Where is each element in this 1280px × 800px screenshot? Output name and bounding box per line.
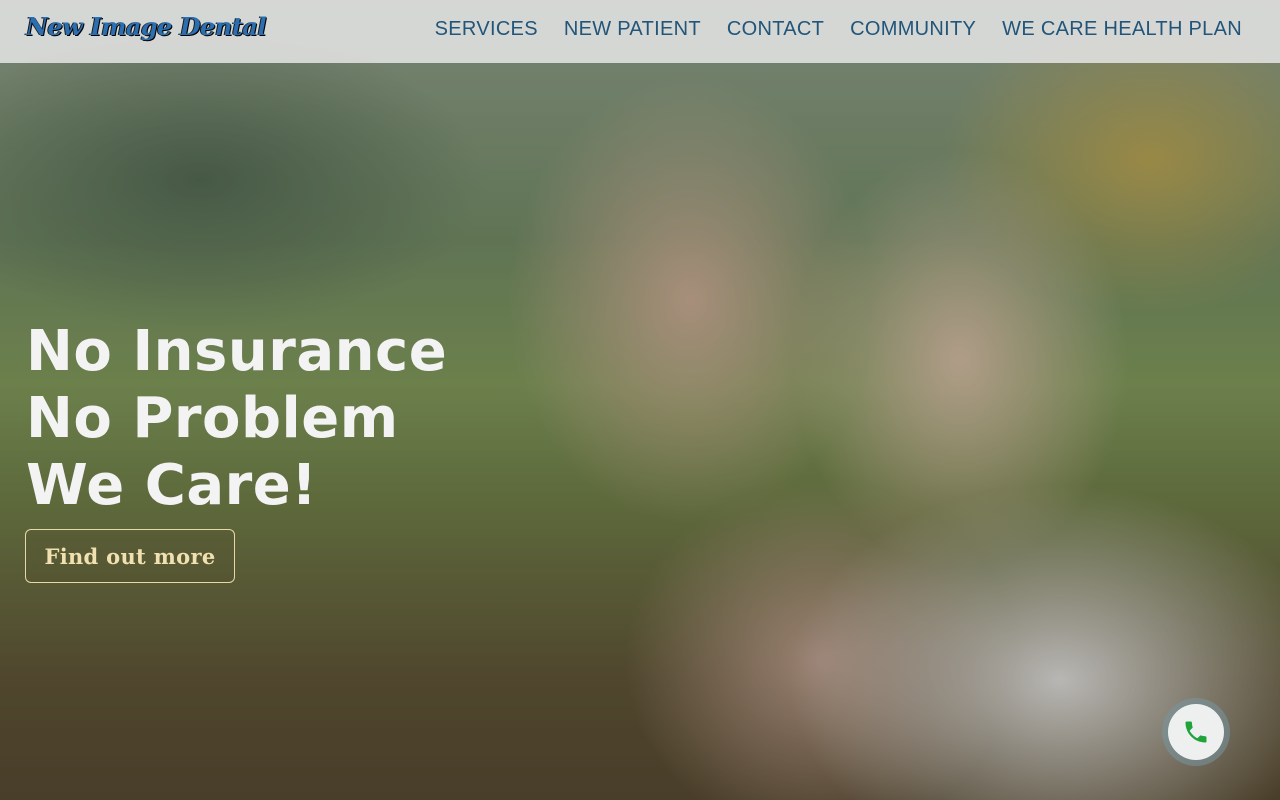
find-out-more-button[interactable]: Find out more bbox=[25, 529, 235, 583]
nav-item-new-patient[interactable]: NEW PATIENT bbox=[564, 17, 701, 41]
nav-item-services[interactable]: SERVICES bbox=[435, 17, 538, 41]
hero-title-line-3: We Care! bbox=[26, 453, 318, 518]
nav-item-we-care-health-plan[interactable]: WE CARE HEALTH PLAN bbox=[1002, 17, 1242, 41]
phone-icon bbox=[1185, 721, 1207, 743]
call-button[interactable] bbox=[1162, 698, 1230, 766]
nav-item-contact[interactable]: CONTACT bbox=[727, 17, 824, 41]
hero-title: No Insurance No Problem We Care! bbox=[26, 318, 447, 519]
page: New Image Dental SERVICES NEW PATIENT CO… bbox=[0, 0, 1280, 800]
hero-title-line-2: No Problem bbox=[26, 386, 399, 451]
logo[interactable]: New Image Dental bbox=[26, 12, 267, 41]
site-header: New Image Dental SERVICES NEW PATIENT CO… bbox=[0, 0, 1280, 63]
hero-title-line-1: No Insurance bbox=[26, 319, 448, 384]
nav-item-community[interactable]: COMMUNITY bbox=[850, 17, 976, 41]
call-button-inner bbox=[1168, 704, 1224, 760]
main-nav: SERVICES NEW PATIENT CONTACT COMMUNITY W… bbox=[435, 17, 1242, 41]
